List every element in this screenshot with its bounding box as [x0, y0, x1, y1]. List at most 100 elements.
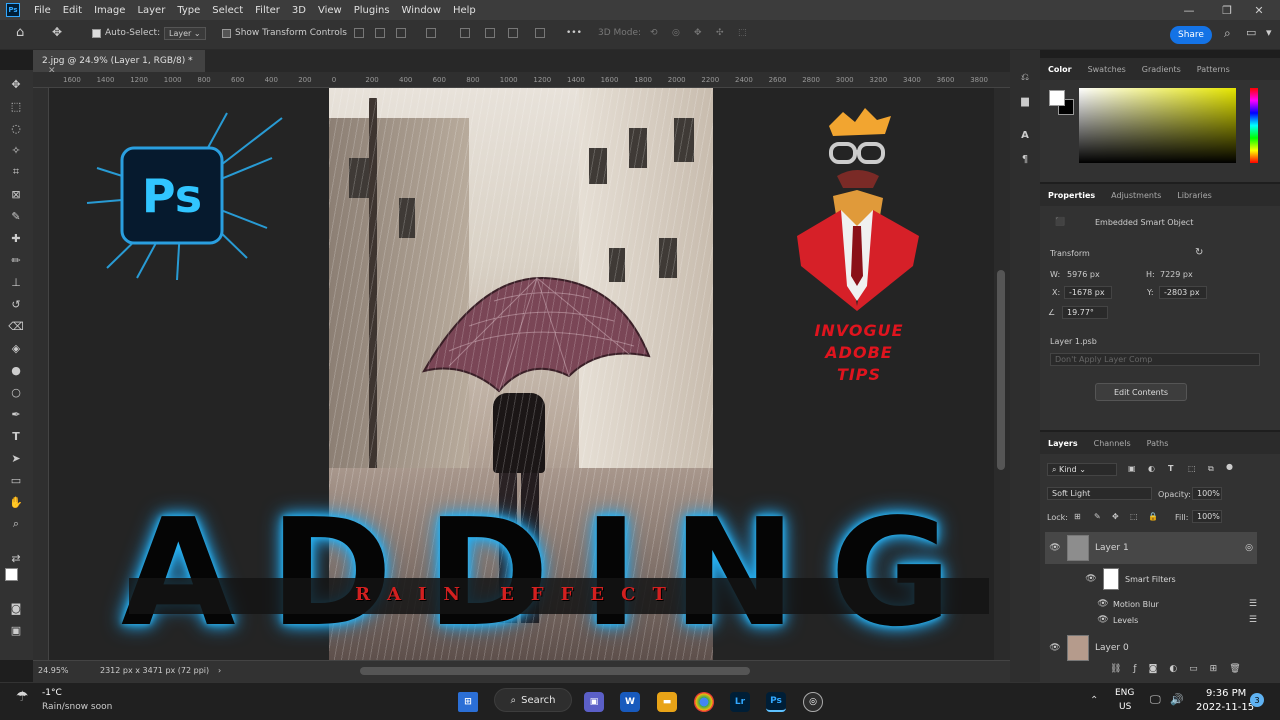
- weather-icon[interactable]: ☂: [16, 689, 29, 705]
- chrome-icon[interactable]: [694, 692, 714, 712]
- home-icon[interactable]: ⌂: [16, 25, 24, 40]
- paragraph-icon[interactable]: ¶: [1018, 152, 1032, 166]
- clone-stamp-icon[interactable]: ⊥: [8, 274, 24, 290]
- move-tool-icon[interactable]: ✥: [8, 76, 24, 92]
- layer-comp-dropdown[interactable]: Don't Apply Layer Comp: [1050, 353, 1260, 366]
- edit-contents-button[interactable]: Edit Contents: [1095, 383, 1187, 401]
- filter-type-icon[interactable]: T: [1168, 464, 1173, 473]
- brush-tool-icon[interactable]: ✏: [8, 252, 24, 268]
- align-right-icon[interactable]: [396, 28, 406, 38]
- chevron-up-icon[interactable]: ⌃: [1090, 695, 1098, 706]
- dodge-tool-icon[interactable]: ○: [8, 384, 24, 400]
- lock-artboard-icon[interactable]: ⬚: [1130, 512, 1138, 521]
- minimize-icon[interactable]: —: [1176, 0, 1202, 20]
- horizontal-scroll-thumb[interactable]: [360, 667, 750, 675]
- angle-field[interactable]: 19.77°: [1062, 306, 1108, 319]
- filter-options-icon[interactable]: ☰: [1249, 599, 1257, 609]
- quick-mask-icon[interactable]: ◙: [8, 600, 24, 616]
- menu-image[interactable]: Image: [88, 5, 131, 16]
- photoshop-taskbar-icon[interactable]: Ps: [766, 692, 786, 712]
- blend-mode-dropdown[interactable]: Soft Light: [1047, 487, 1152, 500]
- tab-adjustments[interactable]: Adjustments: [1103, 191, 1169, 200]
- 3d-scale-icon[interactable]: ⬚: [738, 28, 747, 38]
- 3d-pan-icon[interactable]: ✥: [694, 28, 702, 38]
- hand-tool-icon[interactable]: ✋: [8, 494, 24, 510]
- menu-layer[interactable]: Layer: [131, 5, 171, 16]
- visibility-eye-icon[interactable]: 👁: [1085, 574, 1097, 584]
- menu-file[interactable]: File: [28, 5, 57, 16]
- color-picker-field[interactable]: [1079, 88, 1236, 163]
- tab-channels[interactable]: Channels: [1086, 439, 1139, 448]
- layer-row-motion-blur[interactable]: 👁 Motion Blur ☰: [1045, 596, 1257, 612]
- filter-pixel-icon[interactable]: ▣: [1128, 464, 1136, 473]
- filter-toggle-icon[interactable]: ●: [1226, 462, 1233, 471]
- align-bottom-icon[interactable]: [508, 28, 518, 38]
- auto-select-dropdown[interactable]: Layer ⌄: [164, 27, 206, 40]
- menu-plugins[interactable]: Plugins: [348, 5, 396, 16]
- 3d-slide-icon[interactable]: ✣: [716, 28, 724, 38]
- share-button[interactable]: Share: [1170, 26, 1212, 44]
- tab-libraries[interactable]: Libraries: [1169, 191, 1220, 200]
- tab-paths[interactable]: Paths: [1139, 439, 1177, 448]
- recorder-icon[interactable]: ◎: [803, 692, 823, 712]
- vertical-scroll-thumb[interactable]: [997, 270, 1005, 470]
- taskbar-search-button[interactable]: ⌕ Search: [494, 688, 572, 712]
- hue-slider[interactable]: [1250, 88, 1258, 163]
- x-field[interactable]: -1678 px: [1064, 286, 1112, 299]
- foreground-color-swatch[interactable]: [5, 568, 18, 581]
- status-arrow-icon[interactable]: ›: [218, 666, 221, 675]
- start-icon[interactable]: ⊞: [458, 692, 478, 712]
- marquee-tool-icon[interactable]: ⬚: [8, 98, 24, 114]
- lightroom-icon[interactable]: Lr: [730, 692, 750, 712]
- frame-tool-icon[interactable]: ⊠: [8, 186, 24, 202]
- show-transform-checkbox[interactable]: Show Transform Controls: [222, 28, 347, 38]
- y-field[interactable]: -2803 px: [1159, 286, 1207, 299]
- weather-desc[interactable]: Rain/snow soon: [42, 702, 112, 712]
- visibility-eye-icon[interactable]: 👁: [1097, 615, 1109, 625]
- eraser-icon[interactable]: ⌫: [8, 318, 24, 334]
- pen-tool-icon[interactable]: ✒: [8, 406, 24, 422]
- character-icon[interactable]: A: [1018, 128, 1032, 142]
- restore-icon[interactable]: ❐: [1214, 0, 1240, 20]
- align-center-icon[interactable]: [375, 28, 385, 38]
- notification-badge[interactable]: 3: [1250, 693, 1264, 707]
- tab-color[interactable]: Color: [1040, 65, 1080, 74]
- menu-type[interactable]: Type: [171, 5, 206, 16]
- tab-gradients[interactable]: Gradients: [1134, 65, 1189, 74]
- align-left-icon[interactable]: [354, 28, 364, 38]
- filter-smart-object-icon[interactable]: ⧉: [1208, 464, 1214, 474]
- close-icon[interactable]: ✕: [1246, 0, 1272, 20]
- foreground-color-chip[interactable]: [1049, 90, 1065, 106]
- canvas[interactable]: Ps INVOGUE ADOBE TIPS ADDING RAIN EFFECT: [49, 88, 994, 666]
- layer-row-smart-filters[interactable]: 👁 Smart Filters: [1045, 566, 1257, 592]
- file-explorer-icon[interactable]: ▬: [657, 692, 677, 712]
- layer-row-layer-1[interactable]: 👁 Layer 1 ◎: [1045, 532, 1257, 564]
- healing-brush-icon[interactable]: ✚: [8, 230, 24, 246]
- visibility-eye-icon[interactable]: 👁: [1097, 599, 1109, 609]
- document-tab[interactable]: 2.jpg @ 24.9% (Layer 1, RGB/8) * ✕: [33, 50, 205, 76]
- visibility-eye-icon[interactable]: 👁: [1049, 643, 1061, 653]
- layers-footer-icons[interactable]: ⛓ƒ◙◐▭⊞🗑: [1110, 664, 1253, 674]
- more-options-icon[interactable]: •••: [566, 28, 582, 38]
- type-tool-icon[interactable]: T: [8, 428, 24, 444]
- crop-tool-icon[interactable]: ⌗: [8, 164, 24, 180]
- lock-all-icon[interactable]: 🔒: [1148, 512, 1158, 521]
- screen-mode-icon[interactable]: ▣: [8, 622, 24, 638]
- distribute-vertical-icon[interactable]: [535, 28, 545, 38]
- swap-colors-icon[interactable]: ⇄: [8, 550, 24, 566]
- path-selection-icon[interactable]: ➤: [8, 450, 24, 466]
- history-icon[interactable]: ⎌: [1018, 70, 1032, 84]
- clock-time[interactable]: 9:36 PM: [1206, 688, 1246, 699]
- paint-bucket-icon[interactable]: ◈: [8, 340, 24, 356]
- width-value[interactable]: 5976 px: [1067, 270, 1100, 279]
- align-top-icon[interactable]: [460, 28, 470, 38]
- photoshop-app-icon[interactable]: Ps: [6, 3, 20, 17]
- blur-tool-icon[interactable]: ●: [8, 362, 24, 378]
- menu-3d[interactable]: 3D: [286, 5, 312, 16]
- filter-adjustment-icon[interactable]: ◐: [1148, 464, 1155, 473]
- language-top[interactable]: ENG: [1115, 688, 1134, 698]
- language-bottom[interactable]: US: [1119, 702, 1131, 712]
- zoom-tool-icon[interactable]: ⌕: [8, 516, 24, 532]
- menu-window[interactable]: Window: [396, 5, 447, 16]
- tab-swatches[interactable]: Swatches: [1080, 65, 1134, 74]
